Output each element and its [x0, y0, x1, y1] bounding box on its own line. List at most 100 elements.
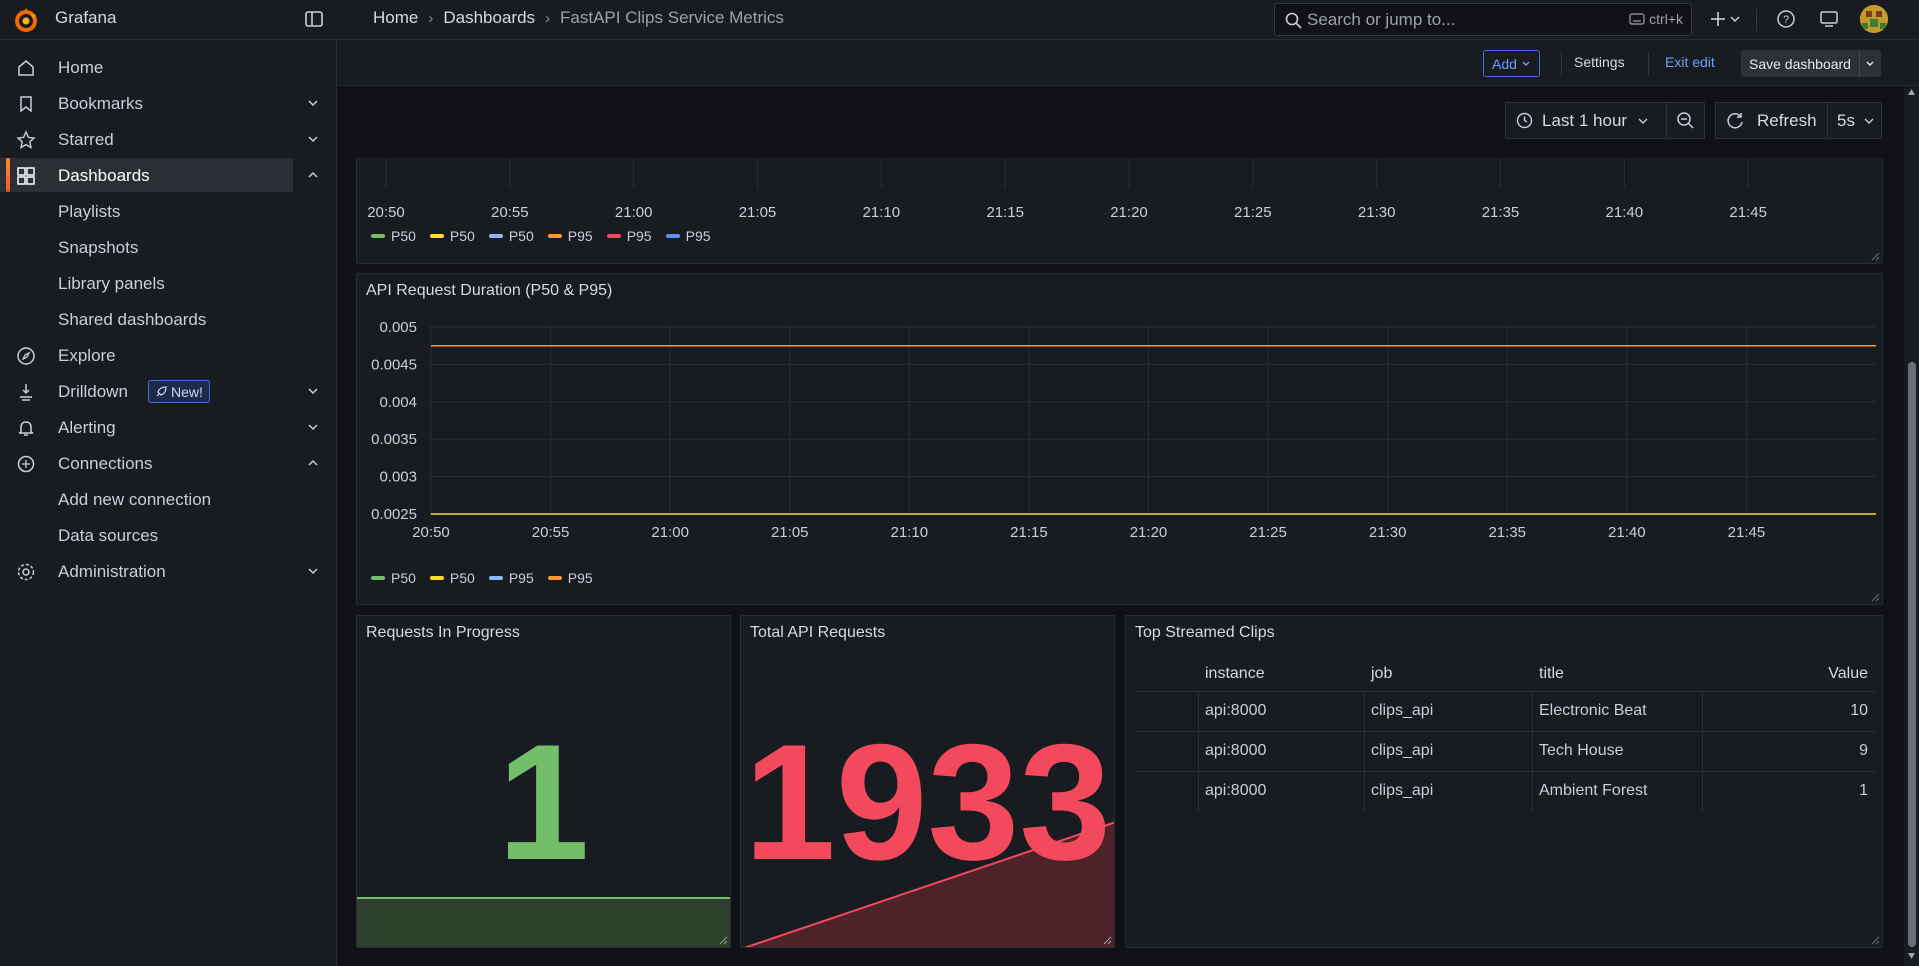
chevron-up-icon[interactable] [306, 168, 320, 182]
breadcrumb-home[interactable]: Home [373, 8, 418, 28]
sidebar-item-bookmarks[interactable]: Bookmarks [0, 86, 337, 120]
panel-requests-in-progress[interactable]: Requests In Progress 1 [356, 615, 731, 948]
x-tick-label: 21:35 [1482, 204, 1520, 221]
page-scrollbar[interactable] [1904, 86, 1919, 966]
chevron-down-icon[interactable] [306, 132, 320, 146]
panel-top-timeseries[interactable]: 20:50 20:55 21:00 21:05 21:10 21:15 21:20 21:25… [356, 158, 1883, 264]
panel-total-api-requests[interactable]: Total API Requests 1933 [740, 615, 1115, 948]
scrollbar-thumb[interactable] [1908, 362, 1916, 947]
sidebar-item-home[interactable]: Home [0, 50, 337, 84]
gear-icon [17, 563, 35, 581]
resize-handle-icon[interactable] [718, 935, 728, 945]
y-tick-label: 0.005 [379, 319, 417, 336]
column-header-job[interactable]: job [1371, 665, 1392, 683]
duration-legend-item[interactable]: P95 [488, 570, 534, 586]
column-header-instance[interactable]: instance [1205, 665, 1265, 683]
zoom-out-icon [1677, 112, 1694, 129]
plus-icon[interactable] [1707, 8, 1729, 30]
top-panel-legend-item[interactable]: P95 [665, 228, 711, 244]
resize-handle-icon[interactable] [1102, 935, 1112, 945]
sidebar-item-administration[interactable]: Administration [0, 554, 337, 588]
sidebar-item-drilldown[interactable]: Drilldown New! [0, 374, 337, 408]
help-icon[interactable]: ? [1775, 8, 1797, 30]
legend-swatch [665, 234, 680, 238]
x-tick-label: 21:30 [1358, 204, 1396, 221]
sidebar-item-label: Snapshots [58, 238, 139, 257]
top-panel-legend-item[interactable]: P50 [488, 228, 534, 244]
add-button-label: Add [1492, 55, 1517, 72]
grafana-logo-icon[interactable] [12, 6, 40, 34]
save-dashboard-button[interactable]: Save dashboard [1741, 50, 1881, 77]
dock-menu-icon[interactable] [304, 9, 324, 29]
add-button[interactable]: Add [1483, 50, 1540, 77]
column-divider [1702, 772, 1703, 812]
scroll-up-arrow-icon[interactable] [1907, 88, 1916, 96]
sidebar-item-connections[interactable]: Connections [0, 446, 337, 480]
chevron-right-icon: › [545, 9, 551, 27]
top-panel-legend-item[interactable]: P50 [429, 228, 475, 244]
sidebar-item-library-panels[interactable]: Library panels [0, 266, 337, 300]
chevron-down-icon[interactable] [306, 420, 320, 434]
chevron-down-icon[interactable] [1728, 8, 1742, 30]
sidebar-item-label: Add new connection [58, 490, 212, 509]
top-panel-legend-item[interactable]: P50 [371, 228, 416, 244]
chevron-up-icon[interactable] [306, 456, 320, 470]
top-panel-legend-item[interactable]: P95 [606, 228, 652, 244]
home-icon [18, 60, 34, 76]
divider [1648, 52, 1649, 76]
chevron-down-icon[interactable] [306, 96, 320, 110]
duration-legend-item[interactable]: P50 [371, 570, 416, 586]
column-header-title[interactable]: title [1539, 665, 1564, 683]
refresh-interval-picker[interactable]: 5s [1827, 102, 1882, 139]
dashboards-icon [17, 167, 35, 185]
top-panel-legend-item[interactable]: P95 [547, 228, 593, 244]
x-tick-label: 20:50 [412, 524, 450, 541]
legend-swatch [371, 234, 385, 238]
x-tick-label: 21:25 [1249, 524, 1287, 541]
sidebar-item-add-new-connection[interactable]: Add new connection [0, 482, 337, 516]
resize-handle-icon[interactable] [1870, 592, 1880, 602]
search-input[interactable]: Search or jump to... ctrl+k [1274, 3, 1692, 36]
chevron-down-icon[interactable] [306, 384, 320, 398]
x-tick-label: 21:25 [1234, 204, 1272, 221]
table-row[interactable]: api:8000 clips_api Tech House 9 [1135, 732, 1877, 772]
sidebar-item-dashboards[interactable]: Dashboards [0, 158, 318, 192]
user-avatar[interactable] [1860, 5, 1888, 33]
sidebar-item-explore[interactable]: Explore [0, 338, 337, 372]
resize-handle-icon[interactable] [1870, 251, 1880, 261]
x-tick-label: 21:20 [1130, 524, 1168, 541]
chevron-down-icon[interactable] [306, 564, 320, 578]
news-icon[interactable] [1818, 8, 1840, 30]
table-row[interactable]: api:8000 clips_api Electronic Beat 10 [1135, 692, 1877, 732]
sidebar-item-label: Explore [58, 346, 116, 365]
search-icon [1285, 12, 1302, 29]
x-tick-label: 21:05 [771, 524, 809, 541]
column-header-value[interactable]: Value [1828, 665, 1868, 683]
scroll-down-arrow-icon[interactable] [1907, 952, 1916, 960]
panel-top-streamed-clips[interactable]: Top Streamed Clips instance job title Va… [1125, 615, 1883, 948]
sidebar-item-snapshots[interactable]: Snapshots [0, 230, 337, 264]
duration-legend-item[interactable]: P50 [429, 570, 475, 586]
cell-title: Tech House [1539, 742, 1624, 759]
sidebar-item-alerting[interactable]: Alerting [0, 410, 337, 444]
save-options-dropdown[interactable] [1858, 50, 1881, 77]
sidebar-item-data-sources[interactable]: Data sources [0, 518, 337, 552]
table-row[interactable]: api:8000 clips_api Ambient Forest 1 [1135, 772, 1877, 812]
resize-handle-icon[interactable] [1870, 935, 1880, 945]
breadcrumb-dashboards[interactable]: Dashboards [443, 8, 535, 28]
settings-button[interactable]: Settings [1574, 54, 1625, 70]
column-divider [1198, 692, 1199, 732]
keyboard-icon [1629, 13, 1645, 25]
sidebar-item-playlists[interactable]: Playlists [0, 194, 337, 228]
legend-label: P50 [508, 228, 534, 244]
sidebar-item-starred[interactable]: Starred [0, 122, 337, 156]
x-tick-label: 21:15 [1010, 524, 1048, 541]
exit-edit-button[interactable]: Exit edit [1665, 54, 1715, 70]
duration-legend-item[interactable]: P95 [547, 570, 593, 586]
panel-api-request-duration[interactable]: API Request Duration (P50 & P95) 0.005 0.… [356, 273, 1883, 605]
sidebar-item-shared-dashboards[interactable]: Shared dashboards [0, 302, 337, 336]
time-range-picker[interactable]: Last 1 hour [1505, 102, 1667, 139]
refresh-button[interactable]: Refresh [1715, 102, 1828, 139]
time-controls: Last 1 hour Refresh 5s [337, 86, 1919, 158]
zoom-out-button[interactable] [1666, 102, 1705, 139]
